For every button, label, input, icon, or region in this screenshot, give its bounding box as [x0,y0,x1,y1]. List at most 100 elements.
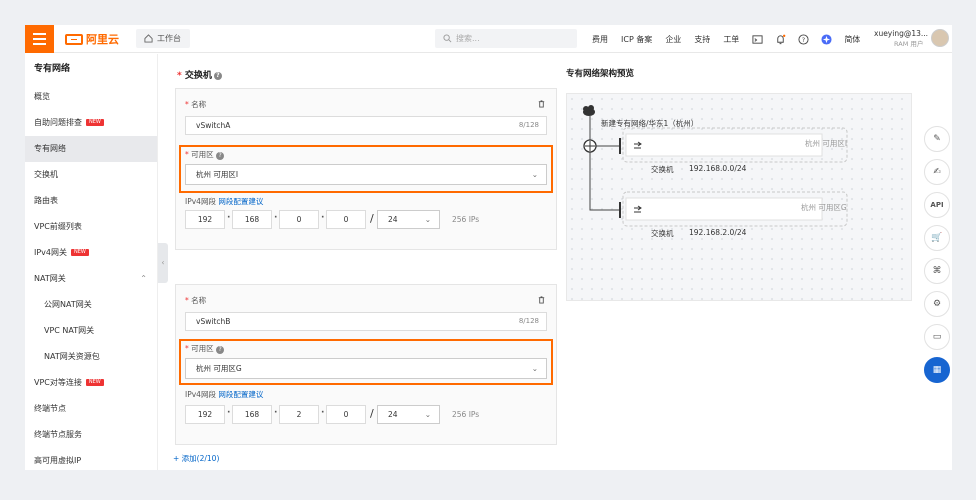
switch-node-a-label: 交换机 [651,165,674,174]
user-role: RAM 用户 [894,40,924,48]
sidebar-collapse-handle[interactable]: ‹ [158,243,168,283]
mask-select[interactable]: 24 ⌄ [377,210,440,229]
top-nav: 费用 ICP 备案 企业 支持 工单 ? 简体 [592,25,873,53]
name-label: * 名称 [185,296,207,305]
octet-1[interactable]: 192 [185,210,225,229]
octet-4[interactable]: 0 [326,405,366,424]
sidebar-item[interactable]: VPC NAT网关 [25,318,157,344]
sidebar-item-label: NAT网关 [34,274,66,283]
edit-icon[interactable]: ✎ [924,126,950,152]
bell-icon[interactable] [775,34,786,45]
sidebar-item[interactable]: 交换机 [25,162,157,188]
octet-3[interactable]: 0 [279,210,319,229]
ip-count: 256 IPs [452,410,480,419]
home-icon [144,34,153,43]
sidebar-item-label: NAT网关资源包 [44,352,100,361]
nav-icp[interactable]: ICP 备案 [621,34,652,45]
sidebar-item[interactable]: 自助问题排查 NEW [25,110,157,136]
logo-mark-icon [65,33,83,45]
sidebar-item[interactable]: 终端节点 [25,396,157,422]
sidebar-item[interactable]: VPC前缀列表 [25,214,157,240]
user-menu[interactable]: xueying@13... RAM 用户 [874,29,928,48]
switch-card-a: * 名称 vSwitchA 8/128 * 可用区 ? 杭州 可用区I ⌄ IPv4… [175,88,557,250]
code-icon[interactable]: ⌘ [924,258,950,284]
sidebar-item[interactable]: VPC对等连接 NEW [25,370,157,396]
add-switch-button[interactable]: + 添加(2/10) [173,453,219,464]
right-tool-rail: ✎ ✍ API 🛒 ⌘ ⚙ ▭ ▦ [924,126,950,396]
char-count: 8/128 [518,317,539,325]
logo-text: 阿里云 [86,33,119,46]
sidebar-title: 专有网络 [34,64,71,74]
settings-icon[interactable]: ⚙ [924,291,950,317]
sidebar-item[interactable]: NAT网关 ⌃ [25,266,157,292]
switch-node-b-label: 交换机 [651,229,674,238]
sidebar-item[interactable]: 终端节点服务 [25,422,157,448]
zone-select-a[interactable]: 杭州 可用区I ⌄ [185,164,547,185]
octet-4[interactable]: 0 [326,210,366,229]
sidebar-item-label: 终端节点服务 [34,430,82,439]
sidebar-item[interactable]: 高可用虚拟IP [25,448,157,470]
cidr-advice-link[interactable]: 网段配置建议 [218,390,263,399]
nav-support[interactable]: 支持 [694,34,710,45]
chevron-down-icon: ⌄ [531,170,538,179]
mask-select[interactable]: 24 ⌄ [377,405,440,424]
sidebar-item-label: VPC对等连接 [34,378,82,387]
name-label: * 名称 [185,100,207,109]
sidebar-item[interactable]: 公网NAT网关 [25,292,157,318]
sidebar-item[interactable]: IPv4网关 NEW [25,240,157,266]
console-window: 阿里云 工作台 搜索... 费用 ICP 备案 企业 支持 工单 ? 简体 xu… [25,25,952,470]
sidebar-item[interactable]: 路由表 [25,188,157,214]
octet-2[interactable]: 168 [232,210,272,229]
sidebar-item-label: VPC前缀列表 [34,222,82,231]
name-input-b[interactable]: vSwitchB 8/128 [185,312,547,331]
sidebar-item[interactable]: 专有网络 [25,136,157,162]
new-badge: NEW [86,119,104,126]
sidebar-item-label: 概览 [34,92,50,101]
sidebar-item-label: IPv4网关 [34,248,68,257]
cloud-icon [583,105,595,116]
zone-g-label: 杭州 可用区G [801,203,847,212]
octet-1[interactable]: 192 [185,405,225,424]
cart-icon[interactable]: 🛒 [924,225,950,251]
help-icon[interactable]: ? [213,71,222,80]
language-switch[interactable]: 简体 [844,34,860,45]
workbench-button[interactable]: 工作台 [136,29,190,48]
ipv4-label: IPv4网段 网段配置建议 [185,390,264,399]
avatar[interactable] [931,29,949,47]
name-input-a[interactable]: vSwitchA 8/128 [185,116,547,135]
api-icon[interactable]: API [924,192,950,218]
chevron-down-icon: ⌄ [424,410,431,419]
sidebar-item-label: VPC NAT网关 [44,326,95,335]
menu-icon[interactable] [25,25,54,53]
sidebar-item[interactable]: 概览 [25,84,157,110]
trash-icon[interactable] [537,99,546,108]
octet-2[interactable]: 168 [232,405,272,424]
nav-enterprise[interactable]: 企业 [665,34,681,45]
assistant-icon[interactable] [821,33,832,45]
sidebar-item-label: 终端节点 [34,404,66,413]
notes-icon[interactable]: ✍ [924,159,950,185]
cidr-advice-link[interactable]: 网段配置建议 [218,197,263,206]
nav-fees[interactable]: 费用 [592,34,608,45]
zone-select-b[interactable]: 杭州 可用区G ⌄ [185,358,547,379]
svg-text:?: ? [802,35,805,43]
architecture-preview: 专有网络架构预览 新建专有网络/华东1（杭州） 杭州 可用区I 交换机 192.… [566,54,912,470]
sidebar-item[interactable]: NAT网关资源包 [25,344,157,370]
chevron-down-icon: ⌄ [424,215,431,224]
aliyun-logo[interactable]: 阿里云 [65,32,119,46]
nav-ticket[interactable]: 工单 [723,34,739,45]
chevron-down-icon: ⌄ [531,364,538,373]
workbench-label: 工作台 [157,34,181,43]
search-input[interactable]: 搜索... [435,29,577,48]
new-badge: NEW [71,249,89,256]
terminal-icon[interactable] [752,34,763,45]
octet-3[interactable]: 2 [279,405,319,424]
apps-icon[interactable]: ▦ [924,357,950,383]
trash-icon[interactable] [537,295,546,304]
sidebar-item-label: 专有网络 [34,144,66,153]
char-count: 8/128 [518,121,539,129]
switch-node-b-cidr: 192.168.2.0/24 [689,228,747,237]
ipv4-label: IPv4网段 网段配置建议 [185,197,264,206]
help-icon[interactable]: ? [798,33,809,45]
chat-icon[interactable]: ▭ [924,324,950,350]
